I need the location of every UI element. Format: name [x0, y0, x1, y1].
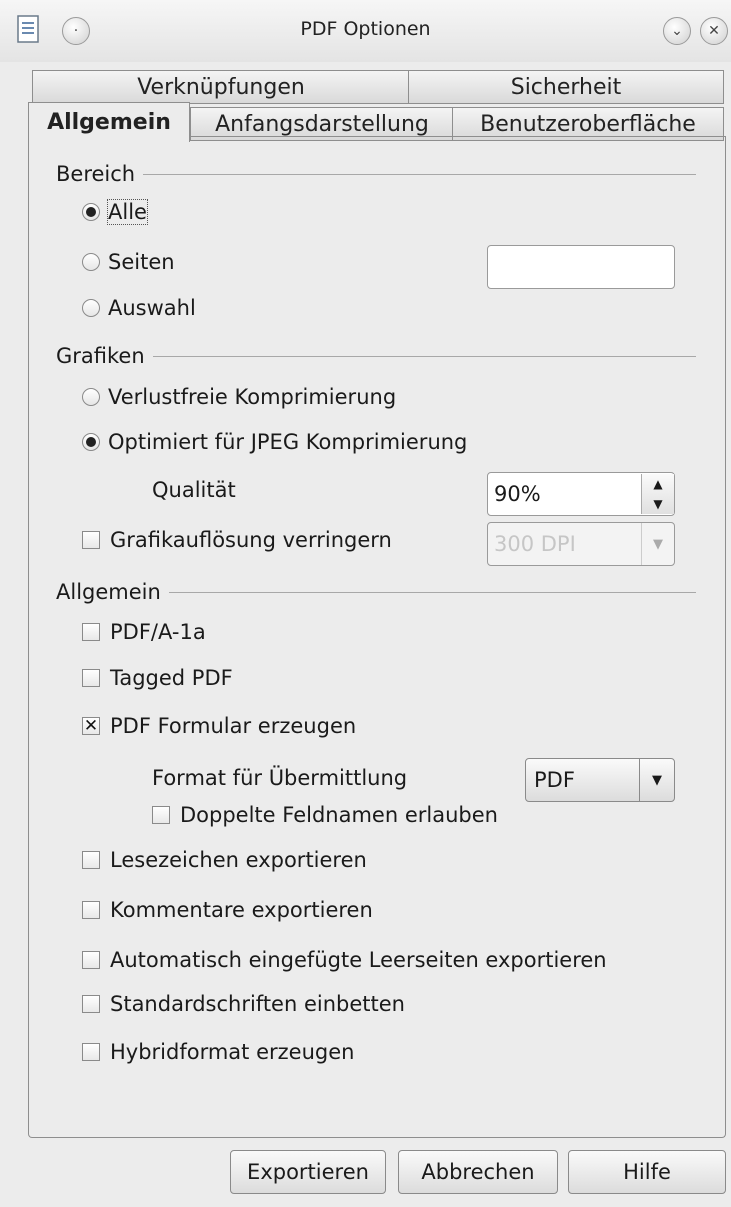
radio-label: Auswahl — [108, 296, 196, 320]
section-heading: Grafiken — [56, 344, 145, 368]
section-grafiken: Grafiken — [56, 344, 696, 368]
tab-label: Sicherheit — [510, 74, 622, 100]
close-icon[interactable]: ✕ — [700, 17, 728, 45]
radio-button[interactable] — [82, 253, 100, 271]
radio-button[interactable] — [82, 388, 100, 406]
checkbox-label: Doppelte Feldnamen erlauben — [180, 803, 498, 827]
tab-allgemein[interactable]: Allgemein — [28, 102, 190, 142]
chevron-down-icon[interactable]: ⌄ — [663, 17, 691, 45]
radio-button[interactable] — [82, 433, 100, 451]
radio-label: Alle — [107, 199, 148, 225]
spin-up-icon[interactable]: ▲ — [653, 477, 662, 491]
checkbox-doppelte[interactable]: Doppelte Feldnamen erlauben — [152, 803, 498, 827]
button-label: Hilfe — [623, 1160, 671, 1184]
tab-label: Benutzeroberfläche — [480, 111, 696, 137]
checkbox-label: Grafikauflösung verringern — [110, 528, 392, 552]
section-bereich: Bereich — [56, 162, 696, 186]
radio-seiten[interactable]: Seiten — [82, 250, 175, 274]
checkbox-leerseiten[interactable]: Automatisch eingefügte Leerseiten export… — [82, 948, 607, 972]
help-button[interactable]: Hilfe — [568, 1150, 726, 1194]
checkbox[interactable] — [152, 806, 170, 824]
qualitaet-value: 90% — [494, 482, 541, 506]
checkbox-label: Standardschriften einbetten — [110, 992, 405, 1016]
qualitaet-label: Qualität — [152, 478, 236, 502]
checkbox-label: Lesezeichen exportieren — [110, 848, 367, 872]
radio-label: Seiten — [108, 250, 175, 274]
checkbox-label: Hybridformat erzeugen — [110, 1040, 355, 1064]
radio-verlustfrei[interactable]: Verlustfreie Komprimierung — [82, 385, 396, 409]
spin-down-icon[interactable]: ▼ — [653, 497, 662, 511]
button-label: Exportieren — [247, 1160, 369, 1184]
dropdown-arrow-icon: ▼ — [641, 523, 674, 565]
radio-button[interactable] — [82, 203, 100, 221]
radio-auswahl[interactable]: Auswahl — [82, 296, 196, 320]
spin-buttons[interactable]: ▲ ▼ — [641, 474, 674, 514]
dropdown-arrow-icon: ▼ — [639, 759, 674, 801]
checkbox[interactable] — [82, 1043, 100, 1061]
radio-jpeg[interactable]: Optimiert für JPEG Komprimierung — [82, 430, 467, 454]
section-heading: Allgemein — [56, 580, 161, 604]
checkbox-aufloesung[interactable]: Grafikauflösung verringern — [82, 528, 392, 552]
tab-sicherheit[interactable]: Sicherheit — [408, 70, 724, 104]
checkbox[interactable] — [82, 901, 100, 919]
format-label: Format für Übermittlung — [152, 766, 408, 790]
checkbox-hybrid[interactable]: Hybridformat erzeugen — [82, 1040, 354, 1064]
checkbox[interactable] — [82, 669, 100, 687]
button-label: Abbrechen — [421, 1160, 535, 1184]
checkbox-label: Tagged PDF — [110, 666, 233, 690]
format-value: PDF — [534, 768, 575, 792]
section-heading: Bereich — [56, 162, 136, 186]
panel-top-border — [190, 136, 726, 137]
checkbox[interactable] — [82, 531, 100, 549]
checkbox-pdfa[interactable]: PDF/A-1a — [82, 620, 206, 644]
seiten-input[interactable] — [487, 245, 675, 289]
tab-label: Verknüpfungen — [137, 74, 305, 100]
checkbox-label: Kommentare exportieren — [110, 898, 373, 922]
tab-label: Anfangsdarstellung — [215, 111, 429, 137]
section-allgemein: Allgemein — [56, 580, 696, 604]
cancel-button[interactable]: Abbrechen — [398, 1150, 558, 1194]
aufloesung-value: 300 DPI — [494, 532, 576, 556]
checkbox-label: PDF/A-1a — [110, 620, 206, 644]
checkbox[interactable] — [82, 623, 100, 641]
checkbox-formular[interactable]: ✕ PDF Formular erzeugen — [82, 714, 356, 738]
radio-alle[interactable]: Alle — [82, 199, 148, 225]
export-button[interactable]: Exportieren — [230, 1150, 386, 1194]
checkbox-lesezeichen[interactable]: Lesezeichen exportieren — [82, 848, 367, 872]
checkmark-icon[interactable]: ✕ — [82, 717, 100, 735]
checkbox-kommentare[interactable]: Kommentare exportieren — [82, 898, 373, 922]
tab-verknuepfungen[interactable]: Verknüpfungen — [32, 70, 410, 104]
checkbox-label: Automatisch eingefügte Leerseiten export… — [110, 948, 607, 972]
radio-label: Verlustfreie Komprimierung — [108, 385, 397, 409]
aufloesung-combobox[interactable]: 300 DPI ▼ — [487, 522, 675, 566]
checkbox-standardschriften[interactable]: Standardschriften einbetten — [82, 992, 405, 1016]
tab-label: Allgemein — [47, 110, 171, 135]
checkbox[interactable] — [82, 951, 100, 969]
radio-button[interactable] — [82, 299, 100, 317]
checkbox-tagged[interactable]: Tagged PDF — [82, 666, 233, 690]
format-combobox[interactable]: PDF ▼ — [525, 758, 675, 802]
checkbox[interactable] — [82, 995, 100, 1013]
radio-label: Optimiert für JPEG Komprimierung — [108, 430, 468, 454]
window-title: PDF Optionen — [300, 18, 431, 40]
checkbox-label: PDF Formular erzeugen — [110, 714, 357, 738]
checkbox[interactable] — [82, 851, 100, 869]
